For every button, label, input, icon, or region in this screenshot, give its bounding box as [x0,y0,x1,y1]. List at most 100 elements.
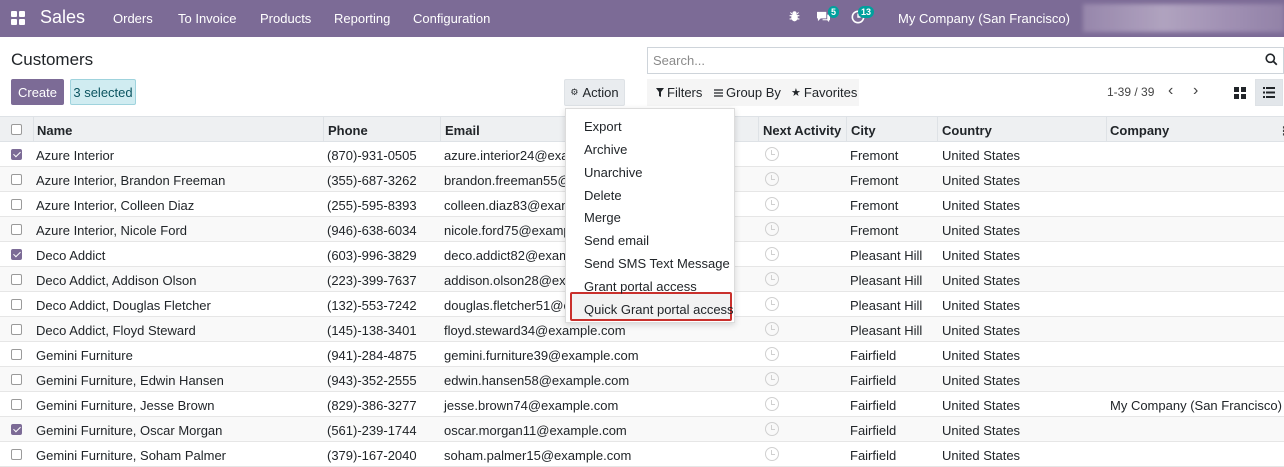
menu-item-grant-portal-access[interactable]: Grant portal access [584,279,697,294]
pager-value[interactable]: 1-39 / 39 [1107,85,1154,99]
menu-item-archive[interactable]: Archive [584,142,627,157]
activity-clock-icon[interactable] [765,372,779,386]
menu-reporting[interactable]: Reporting [334,11,390,26]
cell-name: Deco Addict, Floyd Steward [36,323,196,338]
cell-name: Gemini Furniture [36,348,133,363]
menu-item-unarchive[interactable]: Unarchive [584,165,643,180]
cell-email: gemini.furniture39@example.com [444,348,639,363]
top-navbar: Sales Orders To Invoice Products Reporti… [0,0,1284,37]
messages-icon[interactable]: 5 [815,6,839,26]
filters-label: Filters [667,85,703,100]
activity-clock-icon[interactable] [765,197,779,211]
row-checkbox[interactable] [11,299,22,310]
pager-next-icon[interactable]: › [1193,82,1198,100]
cell-name: Azure Interior, Nicole Ford [36,223,188,238]
row-checkbox[interactable] [11,399,22,410]
column-header-email[interactable]: Email [445,123,480,138]
cell-phone: (132)-553-7242 [327,298,417,313]
row-checkbox[interactable] [11,349,22,360]
list-view-icon[interactable] [1255,79,1283,106]
selected-count-badge[interactable]: 3 selected [70,79,136,105]
menu-configuration[interactable]: Configuration [413,11,490,26]
menu-item-send-email[interactable]: Send email [584,233,649,248]
table-row[interactable]: Gemini Furniture, Jesse Brown (829)-386-3… [0,392,1284,417]
menu-item-export[interactable]: Export [584,119,622,134]
row-checkbox[interactable] [11,199,22,210]
column-header-country[interactable]: Country [942,123,992,138]
column-header-phone[interactable]: Phone [328,123,368,138]
cell-company: My Company (San Francisco) [1110,398,1282,413]
search-icon[interactable] [1265,53,1279,67]
cell-country: United States [942,398,1021,413]
create-button[interactable]: Create [11,79,64,105]
app-name[interactable]: Sales [40,7,85,28]
row-checkbox[interactable] [11,274,22,285]
cell-phone: (355)-687-3262 [327,173,417,188]
menu-item-delete[interactable]: Delete [584,188,622,203]
table-row[interactable]: Gemini Furniture, Oscar Morgan (561)-239-… [0,417,1284,442]
menu-products[interactable]: Products [260,11,311,26]
cell-email: edwin.hansen58@example.com [444,373,630,388]
cell-name: Gemini Furniture, Soham Palmer [36,448,227,463]
table-row[interactable]: Gemini Furniture, Edwin Hansen (943)-352-… [0,367,1284,392]
row-checkbox[interactable] [11,449,22,460]
column-header-city[interactable]: City [851,123,876,138]
activities-clock-icon[interactable]: 13 [850,6,874,26]
menu-to-invoice[interactable]: To Invoice [178,11,237,26]
debug-bug-icon[interactable] [786,10,802,26]
cell-city: Fairfield [850,348,897,363]
cell-name: Azure Interior, Colleen Diaz [36,198,195,213]
apps-menu-icon[interactable] [11,11,25,25]
row-checkbox[interactable] [11,324,22,335]
row-checkbox[interactable] [11,374,22,385]
column-header-next-activity[interactable]: Next Activity [763,123,841,138]
activity-clock-icon[interactable] [765,397,779,411]
row-checkbox[interactable] [11,424,22,435]
search-input[interactable] [648,48,1248,73]
row-checkbox[interactable] [11,249,22,260]
favorites-toggle[interactable]: ★ Favorites [791,85,857,100]
kanban-view-icon[interactable] [1226,79,1254,106]
cell-email: floyd.steward34@example.com [444,323,626,338]
activity-clock-icon[interactable] [765,272,779,286]
column-header-company[interactable]: Company [1110,123,1169,138]
row-checkbox[interactable] [11,224,22,235]
company-switcher[interactable]: My Company (San Francisco) [898,11,1070,26]
column-header-name[interactable]: Name [37,123,72,138]
activity-clock-icon[interactable] [765,347,779,361]
activity-clock-icon[interactable] [765,147,779,161]
activity-clock-icon[interactable] [765,422,779,436]
activity-clock-icon[interactable] [765,447,779,461]
action-button-label: Action [582,85,619,100]
menu-item-send-sms[interactable]: Send SMS Text Message [584,256,730,271]
cell-phone: (603)-996-3829 [327,248,417,263]
menu-item-quick-grant-portal-access[interactable]: Quick Grant portal access [584,302,734,317]
gear-icon: ⚙ [570,87,579,97]
cell-phone: (943)-352-2555 [327,373,417,388]
activity-clock-icon[interactable] [765,172,779,186]
action-button[interactable]: ⚙ Action [564,79,625,106]
table-row[interactable]: Gemini Furniture, Soham Palmer (379)-167-… [0,442,1284,467]
activity-clock-icon[interactable] [765,247,779,261]
menu-item-merge[interactable]: Merge [584,210,621,225]
table-row[interactable]: Gemini Furniture (941)-284-4875 gemini.fur… [0,342,1284,367]
menu-orders[interactable]: Orders [113,11,153,26]
select-all-checkbox[interactable] [11,124,22,135]
activity-clock-icon[interactable] [765,322,779,336]
groupby-toggle[interactable]: Group By [714,85,781,100]
optional-columns-icon[interactable]: ⋮ [1278,124,1284,138]
favorites-label: Favorites [803,85,858,100]
activity-clock-icon[interactable] [765,222,779,236]
cell-name: Gemini Furniture, Jesse Brown [36,398,215,413]
row-checkbox[interactable] [11,149,22,160]
user-menu-avatar[interactable] [1083,4,1284,32]
filter-funnel-icon [656,85,664,100]
cell-country: United States [942,373,1021,388]
filters-toggle[interactable]: Filters [656,85,702,100]
cell-email: oscar.morgan11@example.com [444,423,627,438]
cell-country: United States [942,173,1021,188]
row-checkbox[interactable] [11,174,22,185]
activity-clock-icon[interactable] [765,297,779,311]
pager-previous-icon[interactable]: ‹ [1168,82,1173,100]
cell-phone: (946)-638-6034 [327,223,417,238]
